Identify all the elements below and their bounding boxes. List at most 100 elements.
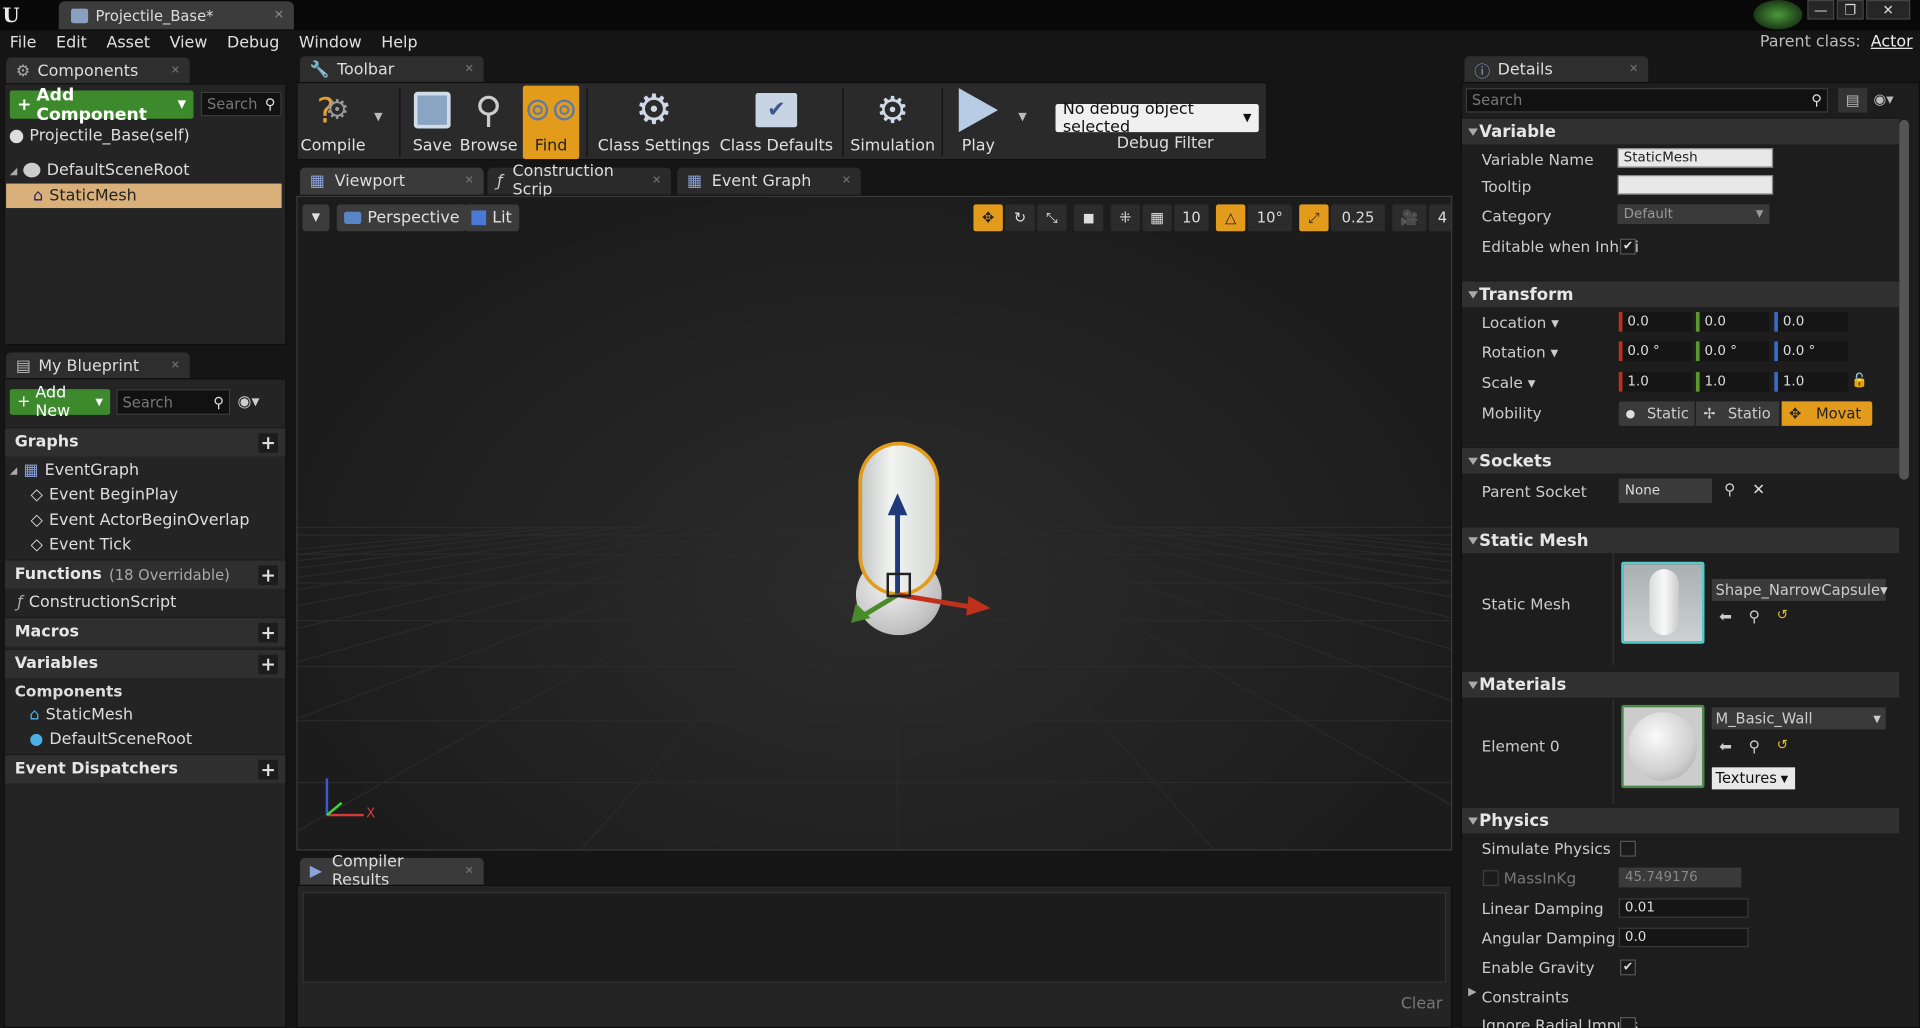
- details-section-sockets[interactable]: Sockets: [1462, 446, 1900, 474]
- linear-damping-field[interactable]: 0.01: [1618, 898, 1749, 918]
- static-mesh-select[interactable]: Shape_NarrowCapsule ▼: [1711, 578, 1888, 601]
- find-button[interactable]: ⊚⊚ Find: [522, 85, 580, 160]
- details-section-variable[interactable]: Variable: [1462, 117, 1900, 145]
- material-select[interactable]: M_Basic_Wall ▼: [1711, 707, 1886, 730]
- grid-snap-icon[interactable]: ▦: [1142, 204, 1172, 232]
- category-select[interactable]: Default ▼: [1617, 204, 1770, 224]
- expand-arrow-icon[interactable]: ◢: [10, 464, 18, 475]
- close-tab-icon[interactable]: ✕: [465, 64, 474, 76]
- minimize-button[interactable]: —: [1807, 0, 1835, 20]
- static-mesh-thumbnail[interactable]: [1621, 561, 1705, 644]
- browse-button[interactable]: ⚲ Browse: [454, 86, 523, 159]
- close-tab-icon[interactable]: ✕: [171, 360, 180, 372]
- component-static-mesh[interactable]: ⌂ StaticMesh: [6, 183, 282, 209]
- enable-gravity-checkbox[interactable]: ✔: [1620, 959, 1636, 976]
- location-z[interactable]: 0.0: [1774, 312, 1848, 332]
- tab-my-blueprint[interactable]: ▤ My Blueprint ✕: [6, 352, 190, 380]
- tooltip-field[interactable]: [1617, 175, 1774, 195]
- compile-button[interactable]: ? ⚙ Compile: [299, 86, 368, 159]
- macros-section[interactable]: Macros +: [4, 616, 286, 647]
- details-section-static-mesh[interactable]: Static Mesh: [1462, 526, 1900, 554]
- details-search-input[interactable]: Search ⚲: [1465, 88, 1829, 113]
- world-local-icon[interactable]: ◼: [1073, 204, 1104, 232]
- compiler-log[interactable]: [302, 892, 1447, 983]
- menu-item-file[interactable]: File: [0, 34, 46, 52]
- event-actor-begin-overlap[interactable]: ◇ Event ActorBeginOverlap: [31, 508, 250, 532]
- lock-icon[interactable]: 🔓: [1851, 372, 1868, 388]
- close-tab-icon[interactable]: ✕: [652, 175, 661, 187]
- play-button[interactable]: Play: [945, 86, 1011, 159]
- tab-construction-script[interactable]: ƒ Construction Scrip ✕: [487, 163, 672, 199]
- menu-item-edit[interactable]: Edit: [46, 34, 96, 52]
- tab-details[interactable]: ⓘ Details ✕: [1464, 56, 1649, 84]
- play-options-dropdown[interactable]: ▼: [1011, 111, 1033, 123]
- editable-checkbox[interactable]: ✔: [1620, 238, 1636, 255]
- location-label[interactable]: Location ▾: [1482, 313, 1559, 331]
- mobility-static-button[interactable]: Static: [1618, 401, 1695, 426]
- tab-compiler-results[interactable]: ▶ Compiler Results ✕: [300, 853, 484, 890]
- rotate-tool-icon[interactable]: ↻: [1005, 204, 1035, 232]
- clear-button[interactable]: Clear: [1401, 995, 1443, 1013]
- components-search-input[interactable]: Search ⚲: [200, 91, 282, 117]
- event-begin-play[interactable]: ◇ Event BeginPlay: [31, 482, 179, 506]
- tab-components[interactable]: ⚙ Components ✕: [6, 57, 190, 85]
- clear-icon[interactable]: ✕: [1752, 480, 1765, 498]
- menu-item-help[interactable]: Help: [371, 34, 427, 52]
- event-dispatchers-section[interactable]: Event Dispatchers +: [4, 753, 286, 784]
- translate-tool-icon[interactable]: ✥: [973, 204, 1003, 232]
- simulation-button[interactable]: ⚙ Simulation: [846, 86, 939, 159]
- use-selected-icon[interactable]: ⬅: [1719, 737, 1732, 755]
- lit-button[interactable]: Lit: [464, 204, 520, 232]
- details-scrollbar[interactable]: [1899, 119, 1909, 480]
- components-category[interactable]: Components: [15, 678, 123, 702]
- rotation-snap-icon[interactable]: △: [1215, 204, 1246, 232]
- mobility-movable-button[interactable]: ✥ Movat: [1781, 401, 1873, 426]
- camera-speed-icon[interactable]: 🎥: [1392, 204, 1427, 232]
- angular-damping-field[interactable]: 0.0: [1618, 927, 1749, 948]
- close-tab-icon[interactable]: ✕: [274, 9, 284, 22]
- compile-options-dropdown[interactable]: ▼: [367, 111, 389, 123]
- add-component-button[interactable]: + Add Component ▼: [9, 85, 194, 124]
- scale-label[interactable]: Scale ▾: [1482, 373, 1536, 391]
- document-tab[interactable]: Projectile_Base* ✕: [58, 1, 294, 30]
- variable-static-mesh[interactable]: ⌂ StaticMesh: [29, 702, 133, 726]
- variable-name-field[interactable]: StaticMesh: [1617, 148, 1774, 168]
- tab-viewport[interactable]: ▦ Viewport ✕: [300, 167, 484, 195]
- close-tab-icon[interactable]: ✕: [171, 65, 180, 77]
- scale-x[interactable]: 1.0: [1618, 372, 1693, 392]
- rotation-z[interactable]: 0.0 °: [1774, 341, 1848, 362]
- rotation-y[interactable]: 0.0 °: [1695, 341, 1770, 362]
- variables-section[interactable]: Variables +: [4, 648, 286, 678]
- viewport[interactable]: ▼ Perspective Lit ✥ ↻ ⤡ ◼ ⁜ ▦ 10 △ 10° ⤢…: [296, 195, 1453, 851]
- component-default-scene-root[interactable]: ◢ DefaultSceneRoot: [10, 158, 282, 182]
- browse-icon[interactable]: ⚲: [1749, 607, 1760, 625]
- simulate-physics-checkbox[interactable]: [1620, 840, 1636, 857]
- browse-icon[interactable]: ⚲: [1749, 737, 1760, 755]
- functions-section[interactable]: Functions (18 Overridable) +: [4, 559, 286, 589]
- viewport-options-button[interactable]: ▼: [302, 204, 330, 232]
- rotation-x[interactable]: 0.0 °: [1618, 341, 1693, 362]
- add-graph-button[interactable]: +: [258, 432, 278, 453]
- location-y[interactable]: 0.0: [1695, 312, 1770, 332]
- rotation-snap-value[interactable]: 10°: [1247, 204, 1292, 232]
- component-self[interactable]: Projectile_Base(self): [9, 124, 282, 148]
- parent-socket-field[interactable]: None: [1618, 478, 1712, 503]
- class-defaults-button[interactable]: ✔ Class Defaults: [713, 86, 840, 159]
- rotation-label[interactable]: Rotation ▾: [1482, 343, 1559, 361]
- surface-snap-icon[interactable]: ⁜: [1110, 204, 1141, 232]
- search-icon[interactable]: ⚲: [1724, 480, 1735, 498]
- mass-override-checkbox[interactable]: [1482, 870, 1499, 887]
- debug-object-select[interactable]: No debug object selected ▼: [1055, 100, 1259, 136]
- property-matrix-icon[interactable]: ▤: [1837, 88, 1868, 113]
- grid-snap-value[interactable]: 10: [1174, 204, 1209, 232]
- my-blueprint-search-input[interactable]: Search ⚲: [116, 389, 231, 415]
- close-tab-icon[interactable]: ✕: [465, 175, 474, 187]
- reset-icon[interactable]: ↺: [1777, 737, 1788, 753]
- event-tick[interactable]: ◇ Event Tick: [31, 532, 132, 556]
- add-function-button[interactable]: +: [258, 564, 278, 584]
- add-variable-button[interactable]: +: [258, 654, 278, 674]
- close-tab-icon[interactable]: ✕: [1629, 64, 1638, 76]
- save-button[interactable]: Save: [410, 86, 454, 159]
- menu-item-window[interactable]: Window: [289, 34, 371, 52]
- mobility-stationary-button[interactable]: ✢ Statio: [1695, 401, 1780, 426]
